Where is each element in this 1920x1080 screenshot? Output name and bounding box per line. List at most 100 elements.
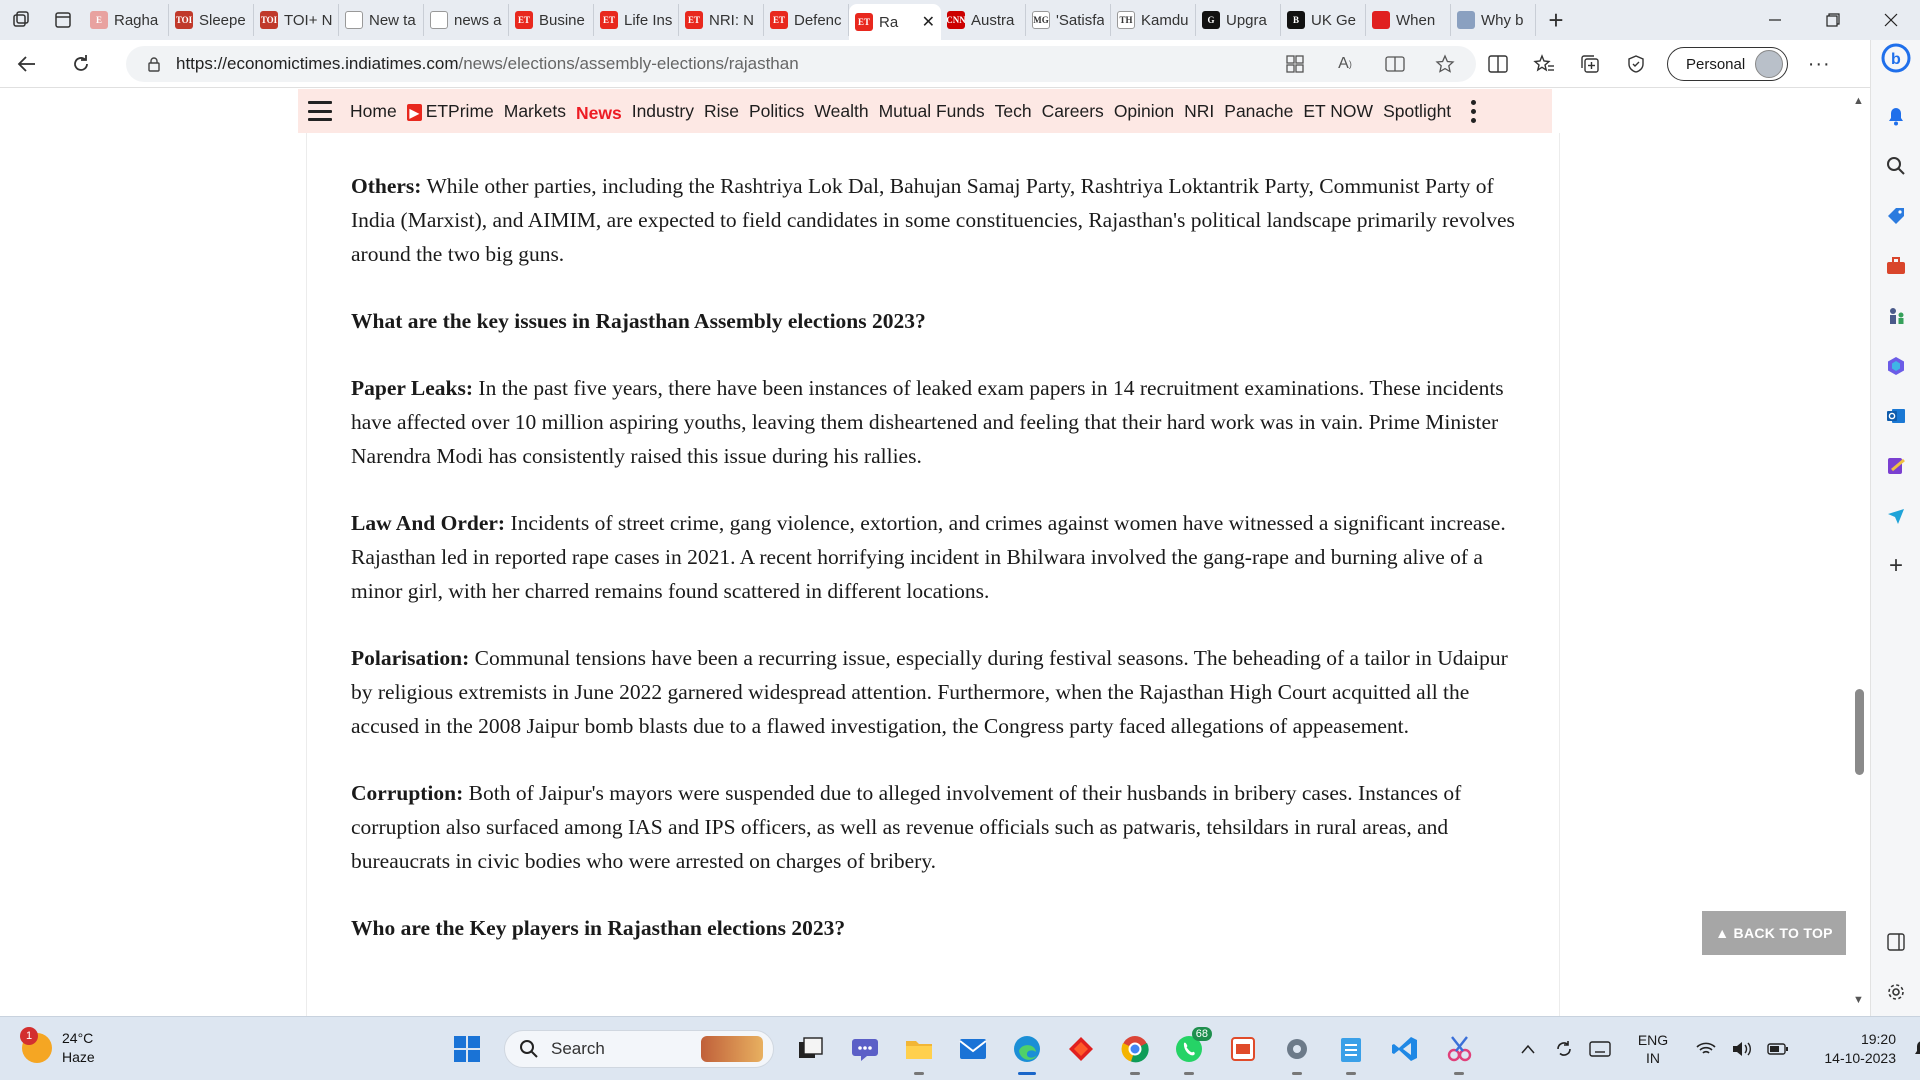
shopping-tag-icon[interactable] bbox=[1884, 204, 1908, 228]
address-bar[interactable]: https://economictimes.indiatimes.com/new… bbox=[126, 46, 1476, 82]
tools-briefcase-icon[interactable] bbox=[1884, 254, 1908, 278]
close-window-button[interactable] bbox=[1862, 0, 1920, 40]
vscode-icon[interactable] bbox=[1378, 1027, 1432, 1071]
microsoft-365-icon[interactable] bbox=[1884, 354, 1908, 378]
browser-tab[interactable]: TH Kamdu bbox=[1111, 4, 1196, 36]
url-text[interactable]: https://economictimes.indiatimes.com/new… bbox=[176, 54, 799, 74]
nav-home[interactable]: Home bbox=[350, 101, 397, 122]
apps-icon[interactable] bbox=[1284, 53, 1306, 75]
browser-tab[interactable]: MG 'Satisfa bbox=[1026, 4, 1111, 36]
immersive-reader-icon[interactable] bbox=[1384, 53, 1406, 75]
refresh-button[interactable] bbox=[54, 40, 108, 88]
browser-tab[interactable]: TOI TOI+ N bbox=[254, 4, 339, 36]
browser-tab[interactable]: B UK Ge bbox=[1281, 4, 1366, 36]
tab-close-icon[interactable]: ✕ bbox=[922, 12, 935, 32]
tab-actions-icon[interactable] bbox=[42, 0, 84, 40]
file-explorer-icon[interactable] bbox=[892, 1027, 946, 1075]
nav-mutual-funds[interactable]: Mutual Funds bbox=[879, 101, 985, 122]
browser-tab[interactable]: ET Busine bbox=[509, 4, 594, 36]
nav-opinion[interactable]: Opinion bbox=[1114, 101, 1174, 122]
browser-tab[interactable]: ET Defenc bbox=[764, 4, 849, 36]
scroll-up-arrow-icon[interactable]: ▲ bbox=[1853, 95, 1864, 107]
scroll-down-arrow-icon[interactable]: ▼ bbox=[1853, 994, 1864, 1006]
battery-icon[interactable] bbox=[1760, 1029, 1796, 1069]
browser-tab[interactable]: news a bbox=[424, 4, 509, 36]
back-to-top-button[interactable]: ▲ BACK TO TOP bbox=[1702, 911, 1846, 955]
browser-tab[interactable]: TOI Sleepe bbox=[169, 4, 254, 36]
weather-widget[interactable]: 1 24°C Haze bbox=[20, 1027, 95, 1067]
read-aloud-icon[interactable]: A) bbox=[1334, 53, 1356, 75]
nav-nri[interactable]: NRI bbox=[1184, 101, 1214, 122]
new-tab-button[interactable]: + bbox=[1536, 0, 1576, 40]
send-drop-icon[interactable] bbox=[1884, 504, 1908, 528]
nav-news[interactable]: News bbox=[576, 103, 622, 124]
browser-tab[interactable]: Why b bbox=[1451, 4, 1536, 36]
pdf-reader-icon[interactable] bbox=[1216, 1027, 1270, 1071]
favorites-icon[interactable] bbox=[1521, 40, 1567, 88]
outlook-icon[interactable] bbox=[1884, 404, 1908, 428]
start-button[interactable] bbox=[440, 1027, 494, 1071]
browser-tab[interactable]: E Ragha bbox=[84, 4, 169, 36]
app-red-diamond-icon[interactable] bbox=[1054, 1027, 1108, 1071]
sync-status-icon[interactable] bbox=[1546, 1029, 1582, 1069]
teams-chat-icon[interactable] bbox=[838, 1027, 892, 1071]
snipping-tool-icon[interactable] bbox=[1432, 1027, 1486, 1075]
browser-tab[interactable]: G Upgra bbox=[1196, 4, 1281, 36]
more-options-icon[interactable]: ··· bbox=[1796, 40, 1842, 88]
back-button[interactable] bbox=[0, 40, 54, 88]
browser-tab[interactable]: ET Life Ins bbox=[594, 4, 679, 36]
chrome-icon[interactable] bbox=[1108, 1027, 1162, 1075]
nav-tech[interactable]: Tech bbox=[995, 101, 1032, 122]
browser-tab[interactable]: When bbox=[1366, 4, 1451, 36]
notification-center-icon[interactable] bbox=[1904, 1029, 1920, 1069]
add-sidebar-app-icon[interactable]: + bbox=[1884, 554, 1908, 578]
notepad-icon[interactable] bbox=[1324, 1027, 1378, 1075]
browser-tab[interactable]: New ta bbox=[339, 4, 424, 36]
hide-sidebar-icon[interactable] bbox=[1884, 930, 1908, 954]
volume-icon[interactable] bbox=[1724, 1029, 1760, 1069]
nav-markets[interactable]: Markets bbox=[504, 101, 566, 122]
restore-button[interactable] bbox=[1804, 0, 1862, 40]
input-language[interactable]: ENG IN bbox=[1618, 1031, 1688, 1067]
lock-icon[interactable] bbox=[146, 56, 162, 72]
page-scrollbar[interactable]: ▲ ▼ bbox=[1848, 89, 1870, 1016]
wifi-icon[interactable] bbox=[1688, 1029, 1724, 1069]
hamburger-menu-icon[interactable] bbox=[308, 101, 332, 121]
minimize-button[interactable] bbox=[1746, 0, 1804, 40]
profile-button[interactable]: Personal bbox=[1667, 47, 1789, 81]
designer-icon[interactable] bbox=[1884, 454, 1908, 478]
browser-tab[interactable]: CNN Austra bbox=[941, 4, 1026, 36]
show-hidden-icons-chevron-icon[interactable] bbox=[1510, 1029, 1546, 1069]
browser-essentials-icon[interactable] bbox=[1613, 40, 1659, 88]
nav-industry[interactable]: Industry bbox=[632, 101, 694, 122]
nav-et-now[interactable]: ET NOW bbox=[1303, 101, 1373, 122]
nav-politics[interactable]: Politics bbox=[749, 101, 804, 122]
tab-active[interactable]: ET Ra ✕ bbox=[849, 4, 941, 40]
collections-icon[interactable] bbox=[1567, 40, 1613, 88]
keyboard-icon[interactable] bbox=[1582, 1029, 1618, 1069]
browser-tab[interactable]: ET NRI: N bbox=[679, 4, 764, 36]
nav-wealth[interactable]: Wealth bbox=[814, 101, 868, 122]
games-chess-icon[interactable] bbox=[1884, 304, 1908, 328]
nav-more-icon[interactable] bbox=[1471, 99, 1477, 123]
notifications-bell-icon[interactable] bbox=[1884, 104, 1908, 128]
nav-rise[interactable]: Rise bbox=[704, 101, 739, 122]
taskbar-search[interactable]: Search bbox=[504, 1030, 774, 1068]
sidebar-settings-gear-icon[interactable] bbox=[1884, 980, 1908, 1004]
nav-panache[interactable]: Panache bbox=[1224, 101, 1293, 122]
mail-icon[interactable] bbox=[946, 1027, 1000, 1071]
nav-spotlight[interactable]: Spotlight bbox=[1383, 101, 1451, 122]
favorite-star-icon[interactable] bbox=[1434, 53, 1456, 75]
nav-careers[interactable]: Careers bbox=[1042, 101, 1104, 122]
nav-etprime[interactable]: ▶ ETPrime bbox=[406, 101, 494, 122]
bing-copilot-icon[interactable]: b bbox=[1880, 42, 1912, 74]
scrollbar-thumb[interactable] bbox=[1855, 689, 1864, 775]
edge-browser-icon[interactable] bbox=[1000, 1027, 1054, 1075]
system-clock[interactable]: 19:20 14-10-2023 bbox=[1796, 1030, 1896, 1068]
task-view-icon[interactable] bbox=[784, 1027, 838, 1071]
workspaces-icon[interactable] bbox=[0, 0, 42, 40]
split-screen-icon[interactable] bbox=[1475, 40, 1521, 88]
search-icon[interactable] bbox=[1884, 154, 1908, 178]
whatsapp-icon[interactable]: 68 bbox=[1162, 1027, 1216, 1075]
settings-gear-icon[interactable] bbox=[1270, 1027, 1324, 1075]
